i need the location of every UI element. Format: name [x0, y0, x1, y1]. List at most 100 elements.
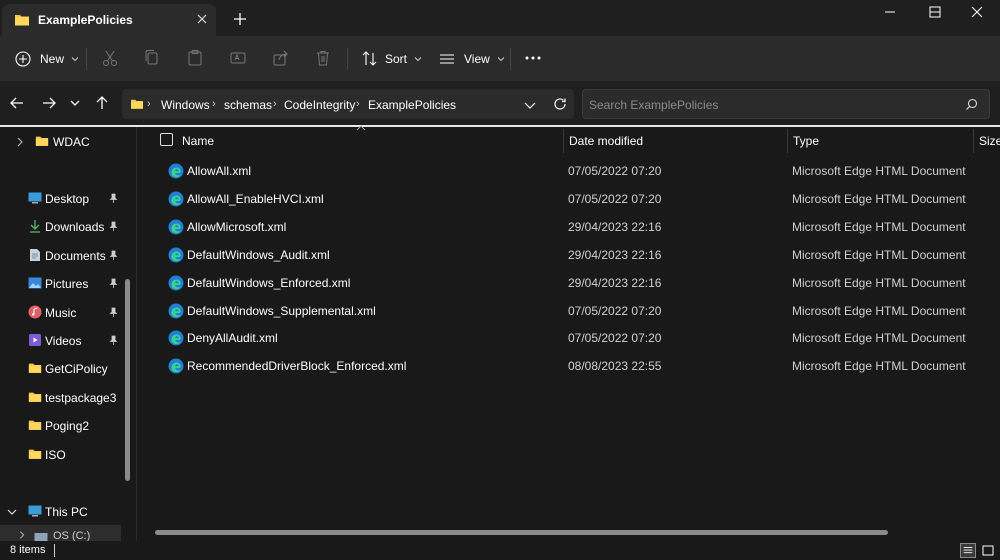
- sidebar-item-label: Poging2: [45, 419, 90, 433]
- file-type: Microsoft Edge HTML Document: [792, 359, 966, 374]
- sidebar-item-poging2[interactable]: Poging2: [0, 413, 121, 439]
- ellipsis-icon[interactable]: [522, 47, 544, 69]
- breadcrumb-schemas[interactable]: schemas: [224, 98, 272, 112]
- breadcrumb-windows[interactable]: Windows: [161, 98, 210, 112]
- column-header-type[interactable]: Type: [788, 127, 974, 155]
- sidebar-item-downloads[interactable]: Downloads: [0, 214, 121, 240]
- minimize-button-icon[interactable]: [872, 2, 908, 22]
- sidebar-item-os-drive[interactable]: OS (C:): [0, 525, 121, 541]
- sort-label: Sort: [385, 52, 408, 66]
- sidebar-item-label: Pictures: [45, 277, 89, 291]
- delete-icon[interactable]: [312, 47, 334, 69]
- file-name: AllowMicrosoft.xml: [187, 219, 287, 234]
- tab-examplepolicies[interactable]: ExamplePolicies: [2, 4, 216, 36]
- column-header-size[interactable]: Size: [974, 127, 1000, 155]
- sidebar-item-pictures[interactable]: Pictures: [0, 271, 121, 297]
- breadcrumb-examplepolicies[interactable]: ExamplePolicies: [368, 98, 456, 112]
- tab-title: ExamplePolicies: [38, 13, 133, 27]
- sidebar-item-videos[interactable]: Videos: [0, 328, 121, 354]
- select-all-checkbox[interactable]: [160, 133, 173, 146]
- plus-icon[interactable]: [230, 9, 250, 29]
- new-label: New: [40, 52, 65, 66]
- sidebar-item-documents[interactable]: Documents: [0, 243, 121, 269]
- edge-html-icon: [168, 191, 184, 207]
- up-arrow-icon[interactable]: [91, 92, 113, 114]
- file-date: 29/04/2023 22:16: [568, 275, 662, 290]
- address-dropdown-chevron-icon[interactable]: [523, 98, 537, 112]
- status-divider: [54, 544, 55, 557]
- maximize-icon[interactable]: [917, 2, 953, 22]
- table-row[interactable]: DefaultWindows_Enforced.xml 29/04/2023 22…: [154, 269, 1000, 297]
- sidebar-item-music[interactable]: Music: [0, 300, 121, 326]
- chevron-down-icon: [71, 57, 79, 62]
- address-bar[interactable]: › Windows › schemas › CodeIntegrity › Ex…: [122, 89, 574, 119]
- sort-icon: [362, 51, 377, 66]
- column-header-name[interactable]: Name: [138, 127, 564, 155]
- cut-icon[interactable]: [99, 47, 121, 69]
- table-row[interactable]: RecommendedDriverBlock_Enforced.xml 08/08…: [154, 352, 1000, 380]
- file-list: Name Date modified Type Size AllowAll.xm…: [138, 125, 1000, 541]
- recent-locations-chevron-icon[interactable]: [64, 92, 86, 114]
- edge-html-icon: [168, 358, 184, 374]
- chevron-down-icon[interactable]: [6, 506, 18, 518]
- share-icon[interactable]: [270, 47, 292, 69]
- search-icon[interactable]: [965, 98, 978, 111]
- close-tab-icon[interactable]: [192, 9, 212, 29]
- back-arrow-icon[interactable]: [6, 92, 28, 114]
- table-row[interactable]: AllowAll_EnableHVCI.xml 07/05/2022 07:20 M…: [154, 185, 1000, 213]
- view-button[interactable]: View: [438, 44, 506, 74]
- pictures-icon: [28, 277, 42, 289]
- document-icon: [30, 249, 40, 261]
- sidebar-item-getcipolicy[interactable]: GetCiPolicy: [0, 356, 121, 382]
- pin-icon: [109, 335, 118, 345]
- folder-icon: [35, 136, 49, 146]
- forward-arrow-icon[interactable]: [38, 92, 60, 114]
- chevron-right-icon[interactable]: [17, 530, 27, 540]
- search-input[interactable]: Search ExamplePolicies: [582, 89, 990, 119]
- edge-html-icon: [168, 303, 184, 319]
- breadcrumb-codeintegrity[interactable]: CodeIntegrity: [284, 98, 355, 112]
- file-type: Microsoft Edge HTML Document: [792, 331, 966, 346]
- pin-icon: [109, 221, 118, 231]
- sidebar-item-wdac[interactable]: WDAC: [0, 129, 121, 155]
- large-icons-view-icon[interactable]: [980, 543, 996, 558]
- file-date: 07/05/2022 07:20: [568, 303, 662, 318]
- breadcrumb-separator-icon: ›: [147, 98, 151, 110]
- folder-icon: [28, 392, 42, 402]
- folder-icon: [131, 99, 143, 109]
- column-header-label: Date modified: [569, 134, 644, 148]
- sidebar-item-label: WDAC: [53, 135, 90, 149]
- title-bar: ExamplePolicies: [0, 0, 1000, 36]
- chevron-right-icon[interactable]: [14, 136, 26, 148]
- close-window-icon[interactable]: [959, 2, 995, 22]
- column-header-date[interactable]: Date modified: [564, 127, 787, 155]
- refresh-icon[interactable]: [552, 96, 568, 112]
- table-row[interactable]: DenyAllAudit.xml 07/05/2022 07:20 Microsof…: [154, 324, 1000, 352]
- sort-button[interactable]: Sort: [361, 44, 423, 74]
- file-date: 29/04/2023 22:16: [568, 219, 662, 234]
- table-row[interactable]: AllowAll.xml 07/05/2022 07:20 Microsoft Ed…: [154, 157, 1000, 185]
- command-bar: New Sort View: [0, 36, 1000, 82]
- horizontal-scrollbar[interactable]: [155, 530, 888, 535]
- item-count: 8 items: [10, 544, 46, 556]
- view-label: View: [464, 52, 490, 66]
- file-name: DefaultWindows_Supplemental.xml: [187, 303, 376, 318]
- table-row[interactable]: DefaultWindows_Supplemental.xml 07/05/202…: [154, 297, 1000, 325]
- rename-icon[interactable]: [227, 47, 249, 69]
- new-button[interactable]: New: [14, 44, 80, 74]
- sidebar-item-iso[interactable]: ISO: [0, 442, 121, 468]
- sidebar-item-desktop[interactable]: Desktop: [0, 186, 121, 212]
- table-row[interactable]: AllowMicrosoft.xml 29/04/2023 22:16 Micros…: [154, 213, 1000, 241]
- sidebar-item-this-pc[interactable]: This PC: [0, 499, 121, 525]
- sidebar-scrollbar[interactable]: [125, 279, 130, 481]
- chevron-down-icon: [414, 57, 422, 62]
- details-view-icon[interactable]: [960, 543, 976, 558]
- copy-icon[interactable]: [141, 47, 163, 69]
- sidebar-item-testpackage3[interactable]: testpackage3: [0, 385, 121, 411]
- folder-icon: [28, 420, 42, 430]
- table-row[interactable]: DefaultWindows_Audit.xml 29/04/2023 22:16…: [154, 241, 1000, 269]
- file-date: 07/05/2022 07:20: [568, 164, 662, 178]
- desktop-icon: [28, 192, 42, 204]
- view-list-icon: [440, 54, 454, 64]
- paste-icon[interactable]: [184, 47, 206, 69]
